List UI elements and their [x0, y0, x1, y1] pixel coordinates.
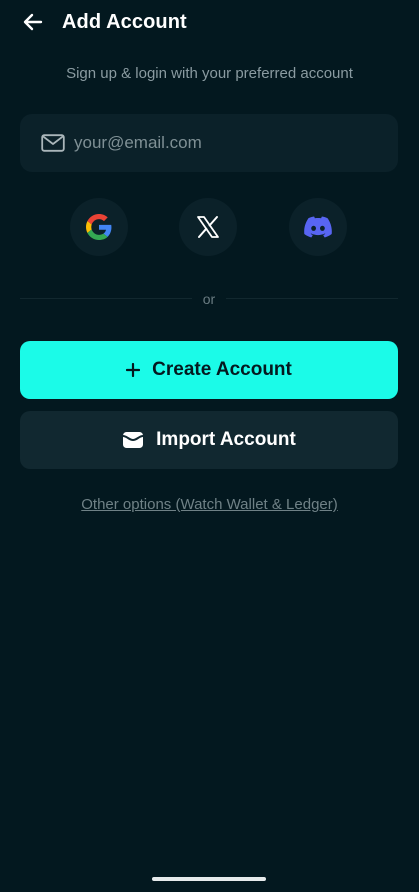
email-field-container[interactable] [20, 114, 398, 172]
or-divider: or [20, 290, 398, 308]
page-subtitle: Sign up & login with your preferred acco… [66, 65, 353, 82]
other-options-link[interactable]: Other options (Watch Wallet & Ledger) [0, 495, 419, 515]
page-title: Add Account [62, 11, 187, 33]
plus-icon [126, 363, 141, 377]
discord-login-button[interactable] [289, 198, 347, 256]
discord-icon [304, 216, 332, 238]
envelope-icon [40, 133, 66, 153]
import-account-button[interactable]: Import Account [20, 411, 398, 469]
arrow-left-icon [23, 13, 43, 31]
wallet-icon [122, 431, 144, 449]
email-field[interactable] [74, 133, 374, 153]
x-login-button[interactable] [179, 198, 237, 256]
create-account-label: Create Account [152, 359, 292, 380]
back-button[interactable] [18, 8, 48, 36]
create-account-button[interactable]: Create Account [20, 341, 398, 399]
google-icon [86, 214, 112, 240]
google-login-button[interactable] [70, 198, 128, 256]
home-indicator[interactable] [152, 877, 266, 881]
import-account-label: Import Account [156, 429, 296, 450]
divider-label: or [202, 291, 216, 307]
header: Add Account [0, 0, 419, 44]
social-login-row [0, 198, 419, 256]
x-icon [197, 216, 219, 238]
